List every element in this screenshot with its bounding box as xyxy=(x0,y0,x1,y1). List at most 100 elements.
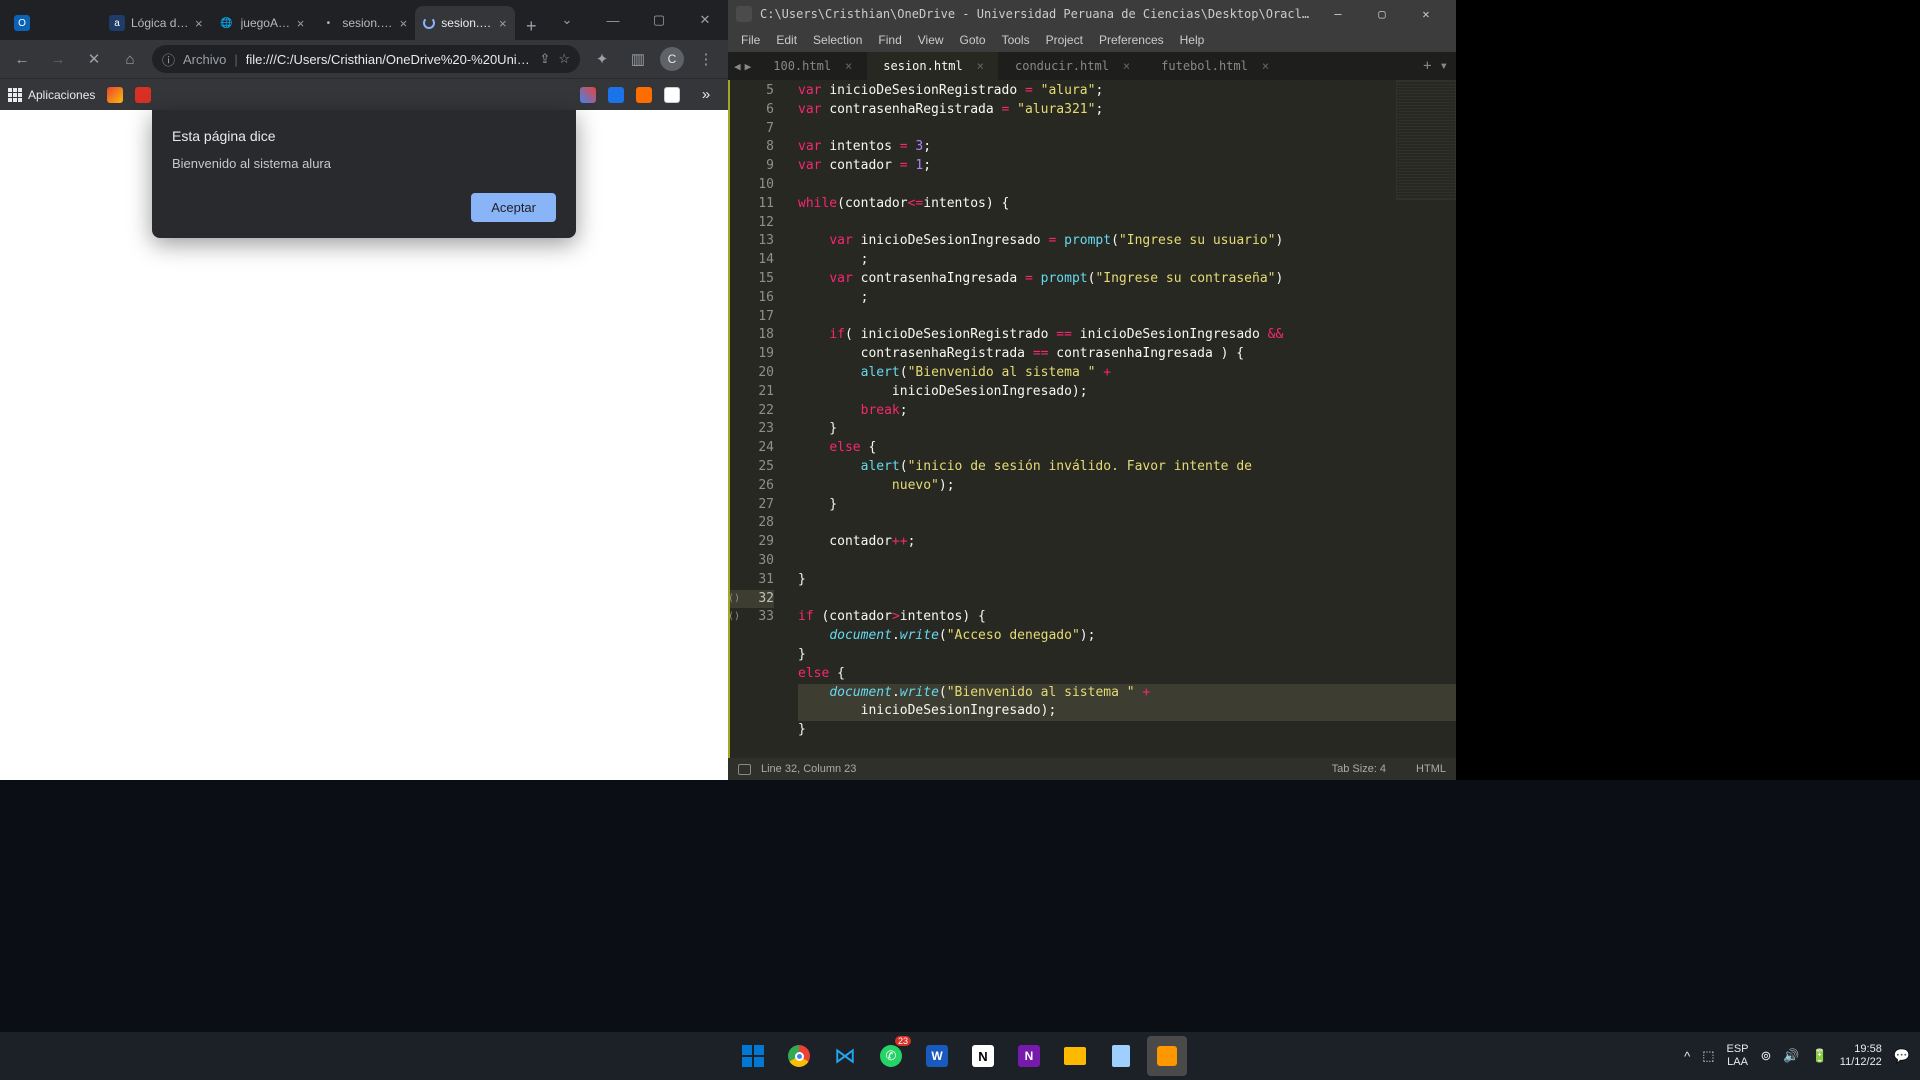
language-indicator[interactable]: ESP LAA xyxy=(1727,1043,1749,1069)
bookmarks-overflow-icon[interactable]: » xyxy=(692,81,720,109)
line-number: 30 xyxy=(730,552,774,571)
clock[interactable]: 19:58 11/12/22 xyxy=(1840,1043,1882,1069)
close-icon[interactable]: × xyxy=(977,59,984,73)
gmail-icon xyxy=(107,87,123,103)
tab-title: sesion.ht… xyxy=(342,16,393,30)
bookmark-item[interactable] xyxy=(664,87,680,103)
menu-tools[interactable]: Tools xyxy=(995,31,1037,49)
close-icon[interactable]: × xyxy=(297,16,305,31)
taskbar-vscode-icon[interactable]: ⋈ xyxy=(825,1036,865,1076)
tray-app-icon[interactable]: ⬚ xyxy=(1702,1048,1714,1064)
tab-favicon: O xyxy=(14,15,30,31)
taskbar-chrome-icon[interactable] xyxy=(779,1036,819,1076)
chrome-tab-3[interactable]: • sesion.ht… × xyxy=(312,6,415,40)
taskbar-explorer-icon[interactable] xyxy=(1055,1036,1095,1076)
taskbar-onenote-icon[interactable]: N xyxy=(1009,1036,1049,1076)
notifications-icon[interactable]: 💬 xyxy=(1894,1048,1910,1064)
chrome-tab-1[interactable]: a Lógica de … × xyxy=(101,6,211,40)
close-button[interactable]: ✕ xyxy=(682,0,728,40)
taskbar-notion-icon[interactable]: N xyxy=(963,1036,1003,1076)
bookmark-item[interactable] xyxy=(608,87,624,103)
chevron-down-icon[interactable]: ⌄ xyxy=(544,0,590,40)
stop-reload-button[interactable]: ✕ xyxy=(80,45,108,73)
maximize-button[interactable]: ▢ xyxy=(1360,0,1404,28)
panel-switcher-icon[interactable] xyxy=(738,764,751,775)
share-icon[interactable]: ⇪ xyxy=(539,51,550,67)
editor-tab-100-html[interactable]: 100.html× xyxy=(757,52,867,80)
tab-label: sesion.html xyxy=(883,59,962,73)
bookmark-item[interactable] xyxy=(636,87,652,103)
home-button[interactable]: ⌂ xyxy=(116,45,144,73)
minimap[interactable] xyxy=(1396,80,1456,200)
tray-chevron-icon[interactable]: ^ xyxy=(1684,1049,1690,1064)
close-icon[interactable]: × xyxy=(400,16,408,31)
address-bar[interactable]: ⓘ Archivo | file:///C:/Users/Cristhian/O… xyxy=(152,45,580,73)
taskbar-sublime-icon[interactable] xyxy=(1147,1036,1187,1076)
chrome-tab-4-active[interactable]: sesion.ht… × xyxy=(415,6,514,40)
bookmark-gmail[interactable] xyxy=(107,87,123,103)
menu-preferences[interactable]: Preferences xyxy=(1092,31,1171,49)
line-number: 26 xyxy=(730,477,774,496)
bookmark-star-icon[interactable]: ☆ xyxy=(558,51,570,67)
code-content[interactable]: var inicioDeSesionRegistrado = "alura";v… xyxy=(784,80,1456,758)
new-tab-button[interactable]: + xyxy=(1423,58,1431,74)
profile-avatar[interactable]: C xyxy=(660,47,684,71)
editor-tab-sesion-html[interactable]: sesion.html × xyxy=(867,52,999,80)
bookmark-item[interactable] xyxy=(580,87,596,103)
tab-back-icon[interactable]: ◀ xyxy=(734,60,741,73)
line-number: 22 xyxy=(730,402,774,421)
forward-button[interactable]: → xyxy=(44,45,72,73)
tab-dropdown-icon[interactable]: ▾ xyxy=(1440,58,1448,74)
chrome-tab-2[interactable]: 🌐 juegoAdi… × xyxy=(211,6,313,40)
line-number: 32 xyxy=(730,590,774,609)
taskbar-whatsapp-icon[interactable]: ✆23 xyxy=(871,1036,911,1076)
taskbar-word-icon[interactable]: W xyxy=(917,1036,957,1076)
tab-size-indicator[interactable]: Tab Size: 4 xyxy=(1332,763,1386,775)
battery-icon[interactable]: 🔋 xyxy=(1812,1048,1828,1064)
maximize-button[interactable]: ▢ xyxy=(636,0,682,40)
line-number-gutter: 5678910111213141516171819202122232425262… xyxy=(728,80,784,758)
line-number: 31 xyxy=(730,571,774,590)
close-icon[interactable]: × xyxy=(195,16,203,31)
system-tray: ^ ⬚ ESP LAA ⊚ 🔊 🔋 19:58 11/12/22 💬 xyxy=(1684,1043,1910,1069)
close-icon[interactable]: × xyxy=(499,16,507,31)
menu-find[interactable]: Find xyxy=(871,31,908,49)
menu-kebab-icon[interactable]: ⋮ xyxy=(692,45,720,73)
cursor-position: Line 32, Column 23 xyxy=(761,763,856,775)
chrome-tab-0[interactable]: O xyxy=(6,6,101,40)
editor-tab-futebol-html[interactable]: futebol.html× xyxy=(1145,52,1284,80)
editor-tab-conducir-html[interactable]: conducir.html× xyxy=(999,52,1145,80)
close-icon[interactable]: × xyxy=(845,59,852,73)
apps-shortcut[interactable]: Aplicaciones xyxy=(8,88,95,102)
start-button[interactable] xyxy=(733,1036,773,1076)
menu-selection[interactable]: Selection xyxy=(806,31,869,49)
close-icon[interactable]: × xyxy=(1123,59,1130,73)
wifi-icon[interactable]: ⊚ xyxy=(1761,1048,1772,1064)
minimize-button[interactable]: — xyxy=(1316,0,1360,28)
extensions-icon[interactable]: ✦ xyxy=(588,45,616,73)
tab-title: Lógica de … xyxy=(131,16,189,30)
dialog-message: Bienvenido al sistema alura xyxy=(172,156,556,171)
menu-view[interactable]: View xyxy=(911,31,951,49)
close-icon[interactable]: × xyxy=(1262,59,1269,73)
taskbar-notepad-icon[interactable] xyxy=(1101,1036,1141,1076)
tab-forward-icon[interactable]: ▶ xyxy=(745,60,752,73)
back-button[interactable]: ← xyxy=(8,45,36,73)
line-number: 13 xyxy=(730,232,774,251)
menu-goto[interactable]: Goto xyxy=(953,31,993,49)
tab-title: juegoAdi… xyxy=(241,16,291,30)
side-panel-icon[interactable]: ▥ xyxy=(624,45,652,73)
accept-button[interactable]: Aceptar xyxy=(471,193,556,222)
menu-project[interactable]: Project xyxy=(1039,31,1090,49)
syntax-indicator[interactable]: HTML xyxy=(1416,763,1446,775)
site-info-icon[interactable]: ⓘ xyxy=(162,50,175,69)
minimize-button[interactable]: — xyxy=(590,0,636,40)
tab-favicon: • xyxy=(320,15,336,31)
menu-help[interactable]: Help xyxy=(1173,31,1212,49)
volume-icon[interactable]: 🔊 xyxy=(1783,1048,1799,1064)
new-tab-button[interactable]: + xyxy=(519,12,544,40)
close-button[interactable]: ✕ xyxy=(1404,0,1448,28)
menu-file[interactable]: File xyxy=(734,31,767,49)
bookmark-item[interactable] xyxy=(135,87,151,103)
menu-edit[interactable]: Edit xyxy=(769,31,804,49)
